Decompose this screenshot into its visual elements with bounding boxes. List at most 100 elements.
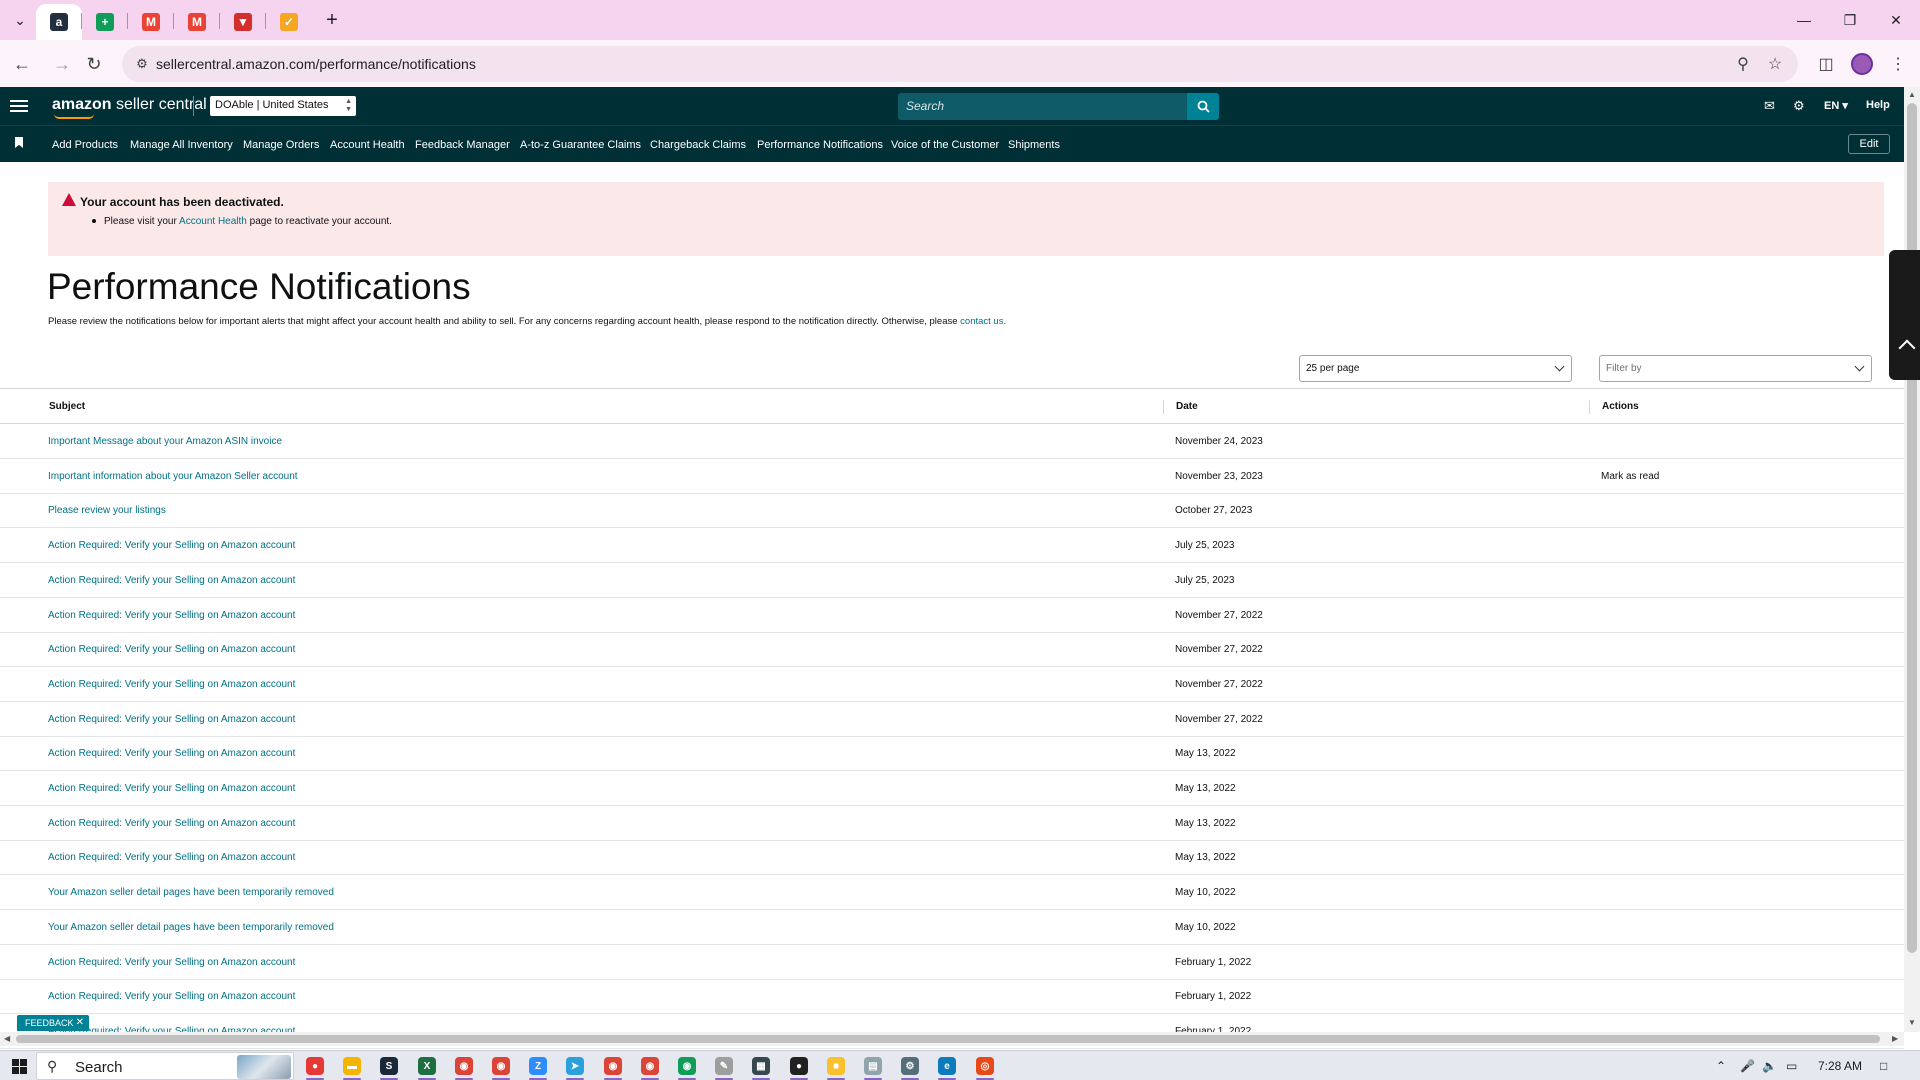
feedback-tab[interactable]: FEEDBACK ✕ bbox=[17, 1015, 89, 1031]
account-selector[interactable]: DOAble | United States ▲ ▼ bbox=[210, 96, 356, 116]
scroll-down-icon[interactable]: ▼ bbox=[1908, 1018, 1916, 1027]
browser-tab[interactable]: a bbox=[36, 4, 82, 40]
reload-icon[interactable]: ↻ bbox=[80, 50, 108, 78]
chevron-up-icon[interactable] bbox=[1898, 339, 1916, 357]
browser-menu-icon[interactable]: ⋮ bbox=[1886, 52, 1910, 76]
notification-subject-link[interactable]: Action Required: Verify your Selling on … bbox=[48, 748, 295, 759]
settings-icon[interactable]: ⚙ bbox=[901, 1057, 919, 1075]
column-header-subject[interactable]: Subject bbox=[49, 401, 85, 412]
close-icon[interactable]: ✕ bbox=[76, 1017, 84, 1028]
nav-link-performance-notifications[interactable]: Performance Notifications bbox=[757, 139, 883, 151]
zoom-icon[interactable]: ⚲ bbox=[1732, 53, 1754, 75]
account-health-link[interactable]: Account Health bbox=[179, 216, 247, 227]
notepad-icon[interactable]: ▤ bbox=[864, 1057, 882, 1075]
windows-start-icon[interactable] bbox=[12, 1059, 27, 1074]
hamburger-menu-icon[interactable] bbox=[10, 97, 28, 115]
gear-icon[interactable]: ⚙ bbox=[1793, 98, 1805, 114]
chrome-icon[interactable]: ◉ bbox=[455, 1057, 473, 1075]
notification-subject-link[interactable]: Your Amazon seller detail pages have bee… bbox=[48, 887, 334, 898]
header-search-input[interactable] bbox=[906, 99, 1176, 113]
notification-subject-link[interactable]: Action Required: Verify your Selling on … bbox=[48, 714, 295, 725]
profile-avatar[interactable] bbox=[1851, 53, 1873, 75]
mark-as-read-button[interactable]: Mark as read bbox=[1601, 471, 1659, 482]
excel-icon[interactable]: X bbox=[418, 1057, 436, 1075]
browser-tab[interactable]: M bbox=[128, 4, 174, 40]
scroll-right-icon[interactable]: ▶ bbox=[1892, 1034, 1898, 1043]
tab-search-chevron-icon[interactable]: ⌄ bbox=[8, 8, 32, 32]
chrome-icon[interactable]: ◉ bbox=[492, 1057, 510, 1075]
nav-link-manage-all-inventory[interactable]: Manage All Inventory bbox=[130, 139, 233, 151]
browser-tab[interactable]: M bbox=[174, 4, 220, 40]
nav-link-manage-orders[interactable]: Manage Orders bbox=[243, 139, 319, 151]
bookmark-icon[interactable] bbox=[15, 137, 23, 148]
notification-subject-link[interactable]: Action Required: Verify your Selling on … bbox=[48, 644, 295, 655]
notification-subject-link[interactable]: Action Required: Verify your Selling on … bbox=[48, 852, 295, 863]
chrome-icon[interactable]: ◉ bbox=[604, 1057, 622, 1075]
horizontal-scrollbar[interactable]: ◀ ▶ bbox=[0, 1032, 1904, 1046]
back-arrow-icon[interactable]: ← bbox=[8, 50, 36, 78]
column-resize-handle[interactable] bbox=[1163, 400, 1164, 414]
notification-subject-link[interactable]: Action Required: Verify your Selling on … bbox=[48, 991, 295, 1002]
notifications-icon[interactable]: □ bbox=[1880, 1059, 1887, 1073]
vertical-scrollbar[interactable]: ▲ ▼ bbox=[1904, 87, 1920, 1032]
browser-tab[interactable]: ▼ bbox=[220, 4, 266, 40]
nav-link-chargeback-claims[interactable]: Chargeback Claims bbox=[650, 139, 746, 151]
calculator-icon[interactable]: ▦ bbox=[752, 1057, 770, 1075]
edit-nav-button[interactable]: Edit bbox=[1848, 134, 1890, 154]
telegram-icon[interactable]: ➤ bbox=[566, 1057, 584, 1075]
nav-link-feedback-manager[interactable]: Feedback Manager bbox=[415, 139, 510, 151]
filter-select[interactable]: Filter by bbox=[1599, 355, 1872, 382]
nav-link-shipments[interactable]: Shipments bbox=[1008, 139, 1060, 151]
notification-subject-link[interactable]: Please review your listings bbox=[48, 505, 166, 516]
microphone-icon[interactable]: 🎤 bbox=[1740, 1059, 1755, 1073]
notification-subject-link[interactable]: Action Required: Verify your Selling on … bbox=[48, 957, 295, 968]
speaker-icon[interactable]: 🔈 bbox=[1762, 1059, 1777, 1073]
browser-tab[interactable]: + bbox=[82, 4, 128, 40]
notification-subject-link[interactable]: Action Required: Verify your Selling on … bbox=[48, 540, 295, 551]
notification-subject-link[interactable]: Action Required: Verify your Selling on … bbox=[48, 783, 295, 794]
taskbar-search[interactable]: ⚲ Search bbox=[36, 1052, 294, 1080]
notification-subject-link[interactable]: Your Amazon seller detail pages have bee… bbox=[48, 922, 334, 933]
chrome-icon[interactable]: ◉ bbox=[641, 1057, 659, 1075]
zoom-icon[interactable]: Z bbox=[529, 1057, 547, 1075]
notification-subject-link[interactable]: Action Required: Verify your Selling on … bbox=[48, 679, 295, 690]
notification-subject-link[interactable]: Important information about your Amazon … bbox=[48, 471, 298, 482]
floating-side-widget[interactable] bbox=[1889, 250, 1920, 380]
scroll-thumb[interactable] bbox=[1907, 103, 1917, 953]
chrome-icon[interactable]: ◉ bbox=[678, 1057, 696, 1075]
url-text[interactable]: sellercentral.amazon.com/performance/not… bbox=[156, 56, 476, 72]
bookmark-star-icon[interactable]: ☆ bbox=[1764, 53, 1786, 75]
notification-subject-link[interactable]: Action Required: Verify your Selling on … bbox=[48, 818, 295, 829]
per-page-select[interactable]: 25 per page bbox=[1299, 355, 1572, 382]
notification-subject-link[interactable]: Action Required: Verify your Selling on … bbox=[48, 575, 295, 586]
close-window-icon[interactable]: ✕ bbox=[1876, 6, 1916, 34]
sticky-notes-icon[interactable]: ■ bbox=[827, 1057, 845, 1075]
contact-us-link[interactable]: contact us bbox=[960, 316, 1003, 327]
record-icon[interactable]: ● bbox=[306, 1057, 324, 1075]
minimize-icon[interactable]: — bbox=[1784, 6, 1824, 34]
notification-subject-link[interactable]: Important Message about your Amazon ASIN… bbox=[48, 436, 282, 447]
nav-link-account-health[interactable]: Account Health bbox=[330, 139, 405, 151]
paint-icon[interactable]: ✎ bbox=[715, 1057, 733, 1075]
restore-icon[interactable]: ❐ bbox=[1830, 6, 1870, 34]
scroll-thumb-horizontal[interactable] bbox=[16, 1035, 1880, 1043]
file-explorer-icon[interactable]: ▬ bbox=[343, 1057, 361, 1075]
taskbar-clock[interactable]: 7:28 AM bbox=[1818, 1059, 1862, 1073]
nav-link-add-products[interactable]: Add Products bbox=[52, 139, 118, 151]
search-button[interactable] bbox=[1187, 93, 1219, 120]
notification-subject-link[interactable]: Action Required: Verify your Selling on … bbox=[48, 610, 295, 621]
address-bar[interactable]: ⚙ sellercentral.amazon.com/performance/n… bbox=[122, 46, 1798, 82]
media-icon[interactable]: ● bbox=[790, 1057, 808, 1075]
mail-icon[interactable]: ✉ bbox=[1764, 98, 1775, 114]
column-resize-handle[interactable] bbox=[1589, 400, 1590, 414]
nav-link-a-to-z-guarantee-claims[interactable]: A-to-z Guarantee Claims bbox=[520, 139, 641, 151]
app-icon[interactable]: ◎ bbox=[976, 1057, 994, 1075]
help-link[interactable]: Help bbox=[1866, 99, 1890, 111]
steam-icon[interactable]: S bbox=[380, 1057, 398, 1075]
edge-icon[interactable]: e bbox=[938, 1057, 956, 1075]
column-header-date[interactable]: Date bbox=[1176, 401, 1198, 412]
tray-chevron-up-icon[interactable]: ⌃ bbox=[1716, 1059, 1726, 1073]
language-selector[interactable]: EN ▾ bbox=[1824, 99, 1848, 112]
battery-icon[interactable]: ▭ bbox=[1786, 1059, 1797, 1073]
browser-tab[interactable]: ✓ bbox=[266, 4, 312, 40]
